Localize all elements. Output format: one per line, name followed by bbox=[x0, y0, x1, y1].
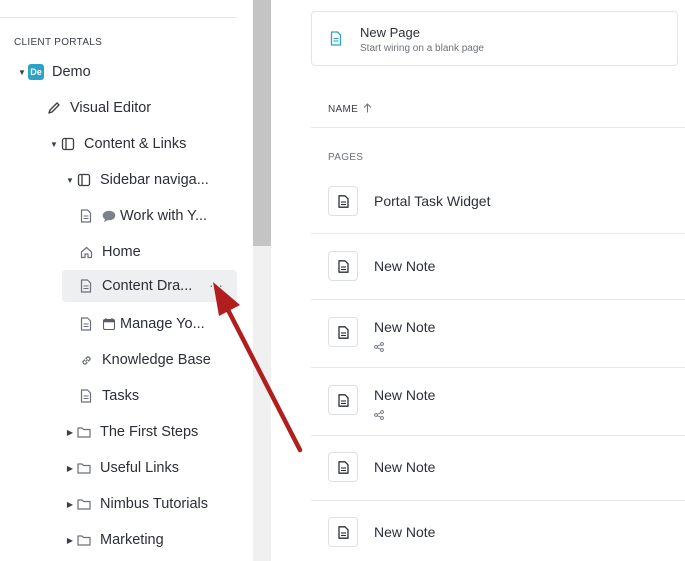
workspace-badge-icon: De bbox=[28, 64, 44, 80]
sidebar-item-label: Work with Y... bbox=[120, 208, 208, 224]
table-row[interactable]: Portal Task Widget bbox=[311, 168, 685, 234]
sidebar-scrollbar-thumb[interactable] bbox=[253, 0, 271, 246]
sidebar-item-useful-links[interactable]: ▶ Useful Links bbox=[64, 452, 179, 484]
section-title: CLIENT PORTALS bbox=[14, 37, 103, 48]
sidebar-item-manage[interactable]: Manage Yo... bbox=[78, 308, 205, 340]
document-icon bbox=[328, 186, 358, 216]
document-icon bbox=[78, 208, 94, 224]
name-column-header[interactable]: NAME bbox=[328, 103, 372, 116]
sidebar-item-label: Nimbus Tutorials bbox=[100, 496, 208, 512]
row-title: New Note bbox=[374, 524, 436, 540]
sidebar-item-label: Marketing bbox=[100, 532, 164, 548]
row-title: New Note bbox=[374, 387, 436, 403]
divider bbox=[311, 127, 685, 128]
sidebar-item-work-with[interactable]: Work with Y... bbox=[78, 200, 207, 232]
sidebar-item-nimbus-tutorials[interactable]: ▶ Nimbus Tutorials bbox=[64, 488, 208, 520]
caret-right-icon[interactable]: ▶ bbox=[64, 464, 76, 473]
caret-right-icon[interactable]: ▶ bbox=[64, 536, 76, 545]
sidebar-layout-icon bbox=[60, 136, 76, 152]
caret-down-icon[interactable]: ▼ bbox=[48, 140, 60, 149]
sidebar-item-label: Manage Yo... bbox=[120, 316, 205, 332]
new-page-button[interactable]: New Page Start wiring on a blank page bbox=[311, 11, 678, 66]
sidebar-item-home[interactable]: Home bbox=[78, 236, 141, 268]
table-row[interactable]: New Note bbox=[311, 300, 685, 368]
document-icon bbox=[328, 251, 358, 281]
caret-right-icon[interactable]: ▶ bbox=[64, 428, 76, 437]
sidebar-item-label: Home bbox=[102, 244, 141, 260]
sidebar-item-visual-editor[interactable]: Visual Editor bbox=[46, 92, 151, 124]
pencil-icon bbox=[46, 100, 62, 116]
folder-icon bbox=[76, 496, 92, 512]
row-title: New Note bbox=[374, 258, 436, 274]
link-icon bbox=[78, 352, 94, 368]
document-icon bbox=[328, 317, 358, 347]
document-icon bbox=[78, 316, 94, 332]
sidebar-item-demo[interactable]: ▼ De Demo bbox=[16, 56, 91, 88]
caret-down-icon[interactable]: ▼ bbox=[64, 176, 76, 185]
table-row[interactable]: New Note bbox=[311, 368, 685, 436]
column-header-label: NAME bbox=[328, 104, 359, 115]
divider bbox=[0, 17, 237, 18]
sidebar-item-label: Content Dra... bbox=[102, 278, 193, 294]
arrow-up-icon bbox=[363, 103, 372, 116]
row-title: New Note bbox=[374, 319, 436, 335]
group-label: PAGES bbox=[328, 152, 364, 163]
caret-right-icon[interactable]: ▶ bbox=[64, 500, 76, 509]
sidebar-item-knowledge-base[interactable]: Knowledge Base bbox=[78, 344, 211, 376]
new-page-title: New Page bbox=[360, 25, 420, 40]
document-icon bbox=[328, 452, 358, 482]
calendar-icon bbox=[102, 317, 116, 331]
caret-down-icon[interactable]: ▼ bbox=[16, 68, 28, 77]
folder-icon bbox=[76, 460, 92, 476]
sidebar-item-label: Demo bbox=[52, 64, 91, 80]
table-row[interactable]: New Note bbox=[311, 501, 685, 561]
folder-icon bbox=[76, 424, 92, 440]
document-icon bbox=[78, 388, 94, 404]
row-title: Portal Task Widget bbox=[374, 193, 491, 209]
sidebar-item-sidebar-navigation[interactable]: ▼ Sidebar naviga... bbox=[64, 164, 209, 196]
sidebar-item-first-steps[interactable]: ▶ The First Steps bbox=[64, 416, 198, 448]
new-page-subtitle: Start wiring on a blank page bbox=[360, 43, 484, 54]
sidebar-item-marketing[interactable]: ▶ Marketing bbox=[64, 524, 164, 556]
speech-bubble-icon bbox=[102, 210, 116, 223]
home-icon bbox=[78, 244, 94, 260]
new-document-icon bbox=[330, 31, 342, 51]
document-icon bbox=[78, 278, 94, 294]
sidebar-item-content-drafts[interactable]: Content Dra... ··· bbox=[62, 270, 237, 302]
document-icon bbox=[328, 385, 358, 415]
main-content: New Page Start wiring on a blank page NA… bbox=[271, 0, 685, 561]
sidebar-item-label: Useful Links bbox=[100, 460, 179, 476]
sidebar-item-label: The First Steps bbox=[100, 424, 199, 440]
share-icon bbox=[374, 339, 384, 357]
share-icon bbox=[374, 407, 384, 425]
sidebar-item-label: Tasks bbox=[102, 388, 140, 404]
sidebar-item-label: Content & Links bbox=[84, 136, 187, 152]
sidebar-item-content-links[interactable]: ▼ Content & Links bbox=[48, 128, 186, 160]
table-row[interactable]: New Note bbox=[311, 234, 685, 300]
sidebar: CLIENT PORTALS ▼ De Demo Visual Editor ▼… bbox=[0, 0, 253, 561]
sidebar-item-label: Visual Editor bbox=[70, 100, 152, 116]
sidebar-layout-icon bbox=[76, 172, 92, 188]
folder-icon bbox=[76, 532, 92, 548]
table-row[interactable]: New Note bbox=[311, 436, 685, 501]
document-icon bbox=[328, 517, 358, 547]
row-title: New Note bbox=[374, 459, 436, 475]
sidebar-item-label: Sidebar naviga... bbox=[100, 172, 209, 188]
sidebar-item-tasks[interactable]: Tasks bbox=[78, 380, 139, 412]
more-options-icon[interactable]: ··· bbox=[209, 278, 223, 292]
sidebar-item-label: Knowledge Base bbox=[102, 352, 211, 368]
